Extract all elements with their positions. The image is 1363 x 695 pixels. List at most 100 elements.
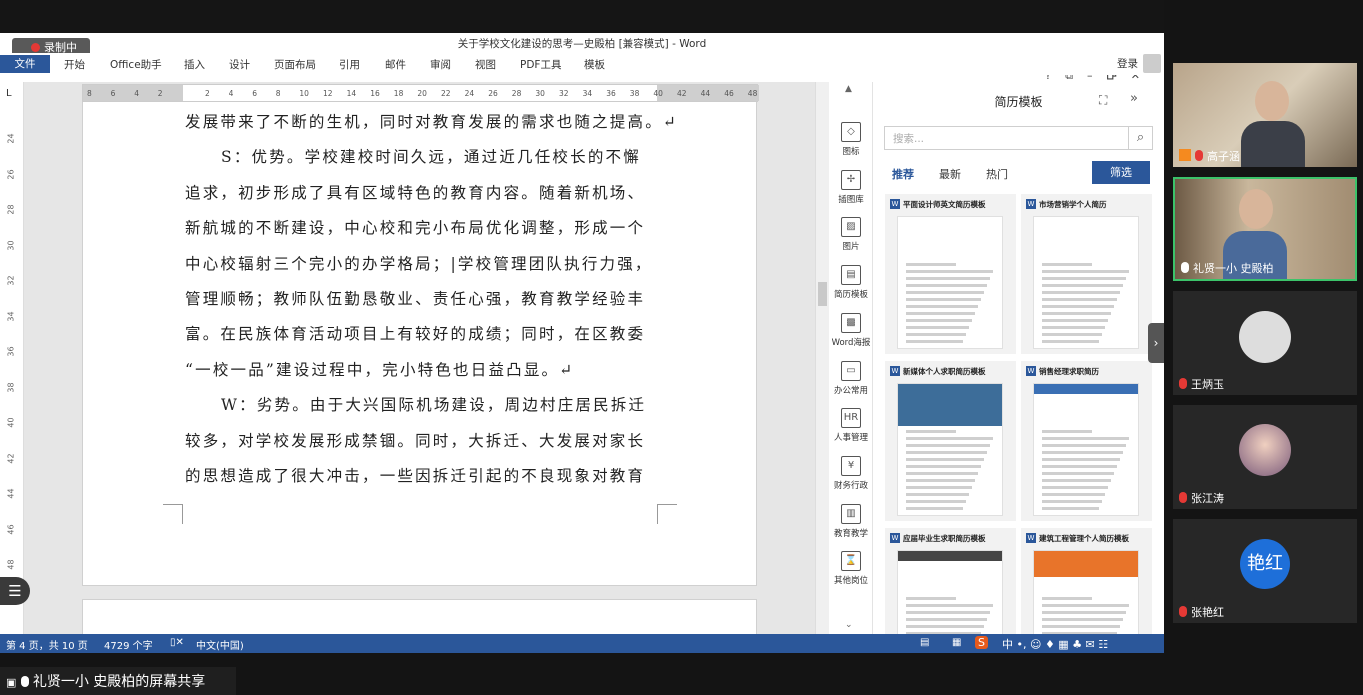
tab-11[interactable]: 模板 — [584, 57, 605, 72]
vruler-tick: 32 — [6, 275, 16, 286]
template-title: 建筑工程管理个人简历模板 — [1039, 534, 1129, 543]
tab-1[interactable]: 开始 — [64, 57, 85, 72]
thumb-line — [906, 500, 966, 503]
participant-tile[interactable]: 高子涵 — [1173, 63, 1357, 167]
template-card[interactable]: W 新媒体个人求职简历模板 — [885, 361, 1016, 521]
thumb-line — [906, 451, 987, 454]
vruler-tick: 34 — [6, 310, 16, 322]
thumb-line — [1042, 263, 1092, 266]
tab-stop-icon[interactable]: L — [6, 88, 12, 99]
thumb-line — [1042, 305, 1114, 308]
sidebar-item-label: Word海报 — [831, 337, 871, 348]
tab-5[interactable]: 页面布局 — [274, 57, 316, 72]
thumb-line — [1042, 451, 1123, 454]
template-card[interactable]: W 销售经理求职简历 — [1021, 361, 1152, 521]
sidebar-item-4[interactable]: ▩ Word海报 — [829, 312, 873, 348]
template-title: 销售经理求职简历 — [1039, 367, 1099, 376]
doc-line: 的思想造成了很大冲击，一些因拆迁引起的不良现象对教育 — [185, 467, 646, 485]
template-card[interactable]: W 市场营销学个人简历 — [1021, 194, 1152, 354]
thumb-line — [906, 305, 978, 308]
tab-hot[interactable]: 热门 — [986, 166, 1008, 182]
sidebar-item-5[interactable]: ▭ 办公常用 — [829, 360, 873, 396]
scroll-up-icon[interactable]: ▲ — [845, 84, 852, 94]
language[interactable]: 中文(中国) — [196, 637, 244, 652]
tab-8[interactable]: 审阅 — [430, 57, 451, 72]
sogou-ime-icon[interactable]: S — [975, 636, 988, 649]
read-mode-icon[interactable]: ▤ — [920, 637, 929, 648]
participant-tile[interactable]: 艳红 张艳红 — [1173, 519, 1357, 623]
document-page[interactable]: 发展带来了不断的生机，同时对教育发展的需求也随之提高。↵ S：优势。学校建校时间久… — [82, 102, 757, 586]
doc-line: 富。在民族体育活动项目上有较好的成绩；同时，在区教委 — [185, 325, 646, 344]
sidebar-item-6[interactable]: HR 人事管理 — [829, 408, 873, 443]
tab-file[interactable]: 文件 — [0, 55, 50, 73]
avatar — [1239, 311, 1291, 363]
print-layout-icon[interactable]: ▦ — [952, 637, 961, 648]
participant-tile[interactable]: 王炳玉 — [1173, 291, 1357, 395]
word-count[interactable]: 4729 个字 — [104, 637, 153, 652]
sidebar-item-7[interactable]: ¥ 财务行政 — [829, 455, 873, 491]
sidebar-item-1[interactable]: ✢ 插图库 — [829, 169, 873, 205]
participant-name-text: 张江涛 — [1191, 492, 1224, 505]
template-title: 新媒体个人求职简历模板 — [903, 367, 986, 376]
next-page[interactable] — [82, 599, 757, 639]
ruler-tick: 8 — [275, 89, 281, 98]
tab-9[interactable]: 视图 — [475, 57, 496, 72]
tab-2[interactable]: Office助手 — [110, 57, 162, 72]
template-title: 平面设计师英文简历模板 — [903, 200, 986, 209]
filter-button[interactable]: 筛选 — [1092, 161, 1150, 184]
thumb-line — [1042, 472, 1114, 475]
user-avatar-icon[interactable] — [1143, 54, 1161, 73]
ribbon-tabs: 开始 Office助手 插入 设计 页面布局 引用 邮件 审阅 视图 PDF工具 模板 — [0, 53, 1164, 75]
thumb-line — [1042, 465, 1117, 468]
sidebar-item-0[interactable]: ◇ 图标 — [829, 122, 873, 157]
tab-4[interactable]: 设计 — [229, 57, 250, 72]
ruler-tick: 42 — [677, 89, 687, 98]
expand-icon[interactable]: ⛶ — [1099, 93, 1107, 108]
meeting-bottom-strip — [0, 653, 1164, 667]
sidebar-item-9[interactable]: ⌛ 其他岗位 — [829, 551, 873, 586]
thumb-accent — [1034, 551, 1138, 577]
status-bar: 第 4 页，共 10 页 4729 个字 ▯✕ 中文(中国) ▤ ▦ S 中 •… — [0, 634, 1164, 653]
document-scrollbar[interactable] — [815, 82, 829, 634]
template-card[interactable]: W 平面设计师英文简历模板 — [885, 194, 1016, 354]
login-link[interactable]: 登录 — [1117, 56, 1138, 71]
page-count[interactable]: 第 4 页，共 10 页 — [6, 637, 88, 652]
collapse-panel-icon[interactable]: » — [1130, 91, 1138, 106]
vruler-tick: 44 — [6, 488, 16, 499]
thumb-line — [1042, 479, 1111, 482]
sidebar-item-2[interactable]: ▨ 图片 — [829, 217, 873, 252]
doc-line: 追求，初步形成了具有区域特色的教育内容。随着新机场、 — [185, 183, 646, 202]
ruler-tick: 48 — [747, 89, 758, 98]
window-title: 关于学校文化建设的思考—史殿柏 [兼容模式] - Word — [457, 38, 707, 50]
tab-10[interactable]: PDF工具 — [520, 57, 561, 72]
scroll-thumb[interactable] — [818, 282, 827, 306]
sidebar-item-3[interactable]: ▤ 简历模板 — [829, 265, 873, 300]
word-doc-icon: W — [1026, 199, 1036, 209]
sidebar-item-label: 人事管理 — [833, 433, 868, 444]
document-area: 24 26 28 30 32 34 36 38 40 42 44 46 48 L 8 6 4 2 2 4 6 8 10 1… — [0, 82, 815, 639]
sidebar-item-8[interactable]: ▥ 教育教学 — [829, 503, 873, 539]
collapse-participants-icon[interactable]: › — [1148, 323, 1164, 363]
scroll-down-icon[interactable]: ⌄ — [845, 620, 853, 630]
proofing-icon[interactable]: ▯✕ — [170, 637, 184, 648]
ruler-tick: 2 — [157, 89, 163, 98]
tab-recommend[interactable]: 推荐 — [892, 166, 914, 182]
search-placeholder: 搜索... — [893, 133, 925, 145]
tab-6[interactable]: 引用 — [339, 57, 360, 72]
ime-toolbar[interactable]: 中 •, ☺ ♦ ▦ ♣ ✉ ☷ — [1002, 636, 1108, 652]
vruler-tick: 24 — [6, 133, 16, 144]
list-menu-icon[interactable]: ☰ — [0, 577, 30, 605]
participant-tile[interactable]: 张江涛 — [1173, 405, 1357, 509]
thumb-line — [1042, 270, 1129, 273]
hourglass-icon: ⌛ — [841, 551, 861, 572]
template-title: 应届毕业生求职简历模板 — [903, 534, 986, 543]
word-doc-icon: W — [890, 366, 900, 376]
tab-7[interactable]: 邮件 — [385, 57, 406, 72]
participant-tile[interactable]: 礼贤一小 史殿柏 — [1173, 177, 1357, 281]
horizontal-ruler[interactable]: 8 6 4 2 2 4 6 8 10 12 14 16 18 20 22 24 26 28 30 32 34 36 38 40… — [82, 84, 759, 102]
tab-latest[interactable]: 最新 — [939, 166, 961, 182]
template-search-input[interactable]: 搜索... ⌕ — [884, 126, 1153, 150]
thumb-line — [906, 312, 975, 315]
search-icon[interactable]: ⌕ — [1128, 127, 1152, 149]
tab-3[interactable]: 插入 — [184, 57, 205, 72]
